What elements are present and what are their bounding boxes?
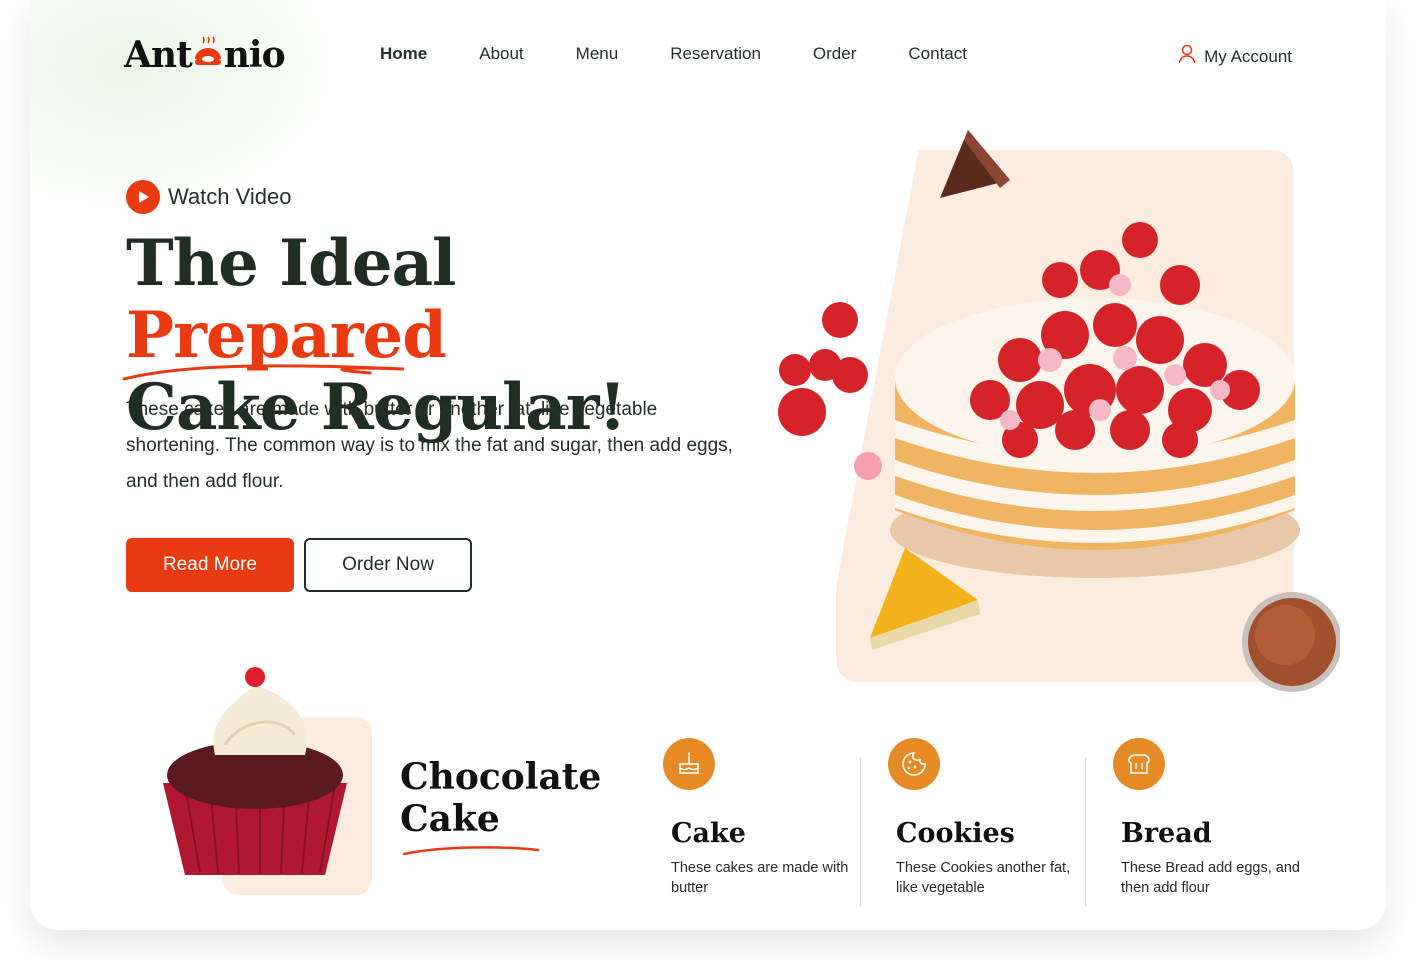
hero-description: These cakes are made with butter or anot… (126, 399, 733, 492)
cupcake-image (163, 667, 347, 875)
category-bread[interactable]: Bread These Bread add eggs, and then add… (1113, 738, 1311, 898)
category-cake[interactable]: Cake These cakes are made with butter (663, 738, 861, 898)
nav-item-about[interactable]: About (479, 44, 523, 64)
logo-text-prefix: Ant (124, 34, 193, 76)
read-more-button[interactable]: Read More (126, 538, 294, 592)
divider (860, 758, 861, 906)
featured-title: Chocolate Cake (400, 756, 620, 840)
featured-underline (402, 846, 540, 856)
category-bread-title: Bread (1121, 818, 1212, 849)
my-account-link[interactable]: My Account (1178, 44, 1292, 69)
category-cake-text: These cakes are made with butter (671, 860, 849, 896)
user-icon (1178, 44, 1196, 69)
featured-title-line2: Cake (400, 798, 500, 840)
chef-hat-icon (193, 35, 223, 75)
bread-icon (1113, 738, 1165, 790)
category-cake-title: Cake (671, 818, 746, 849)
headline-accent-wrap: Prepared (122, 298, 447, 381)
chocolate-slice-image (940, 130, 1010, 198)
nav-item-menu[interactable]: Menu (576, 44, 619, 64)
brand-logo[interactable]: Ant nio (124, 30, 286, 80)
cake-icon (663, 738, 715, 790)
strawberry-cake-image (778, 130, 1340, 692)
logo-text-suffix: nio (223, 34, 286, 76)
nav-item-home[interactable]: Home (380, 44, 427, 64)
featured-title-line1: Chocolate (400, 756, 602, 798)
order-now-button[interactable]: Order Now (304, 538, 472, 592)
nav-item-reservation[interactable]: Reservation (670, 44, 761, 64)
divider (1085, 758, 1086, 906)
cookie-icon (888, 738, 940, 790)
category-cookies-text: These Cookies another fat, like vegetabl… (896, 860, 1071, 896)
category-cookies[interactable]: Cookies These Cookies another fat, like … (888, 738, 1086, 898)
my-account-label: My Account (1204, 46, 1292, 66)
main-nav: Home About Menu Reservation Order Contac… (380, 44, 1019, 64)
watch-video-button[interactable]: Watch Video (126, 180, 292, 214)
cocoa-bowl-image (1242, 592, 1340, 692)
page-card: Ant nio Home About Menu Reservation Orde… (30, 0, 1386, 930)
category-bread-text: These Bread add eggs, and then add flour (1121, 860, 1300, 896)
category-cookies-title: Cookies (896, 818, 1015, 849)
nav-item-contact[interactable]: Contact (908, 44, 967, 64)
nav-item-order[interactable]: Order (813, 44, 856, 64)
headline-part1: The Ideal (126, 226, 456, 301)
underline-squiggle (122, 364, 405, 381)
watch-video-label: Watch Video (168, 184, 292, 209)
play-icon (126, 180, 160, 214)
